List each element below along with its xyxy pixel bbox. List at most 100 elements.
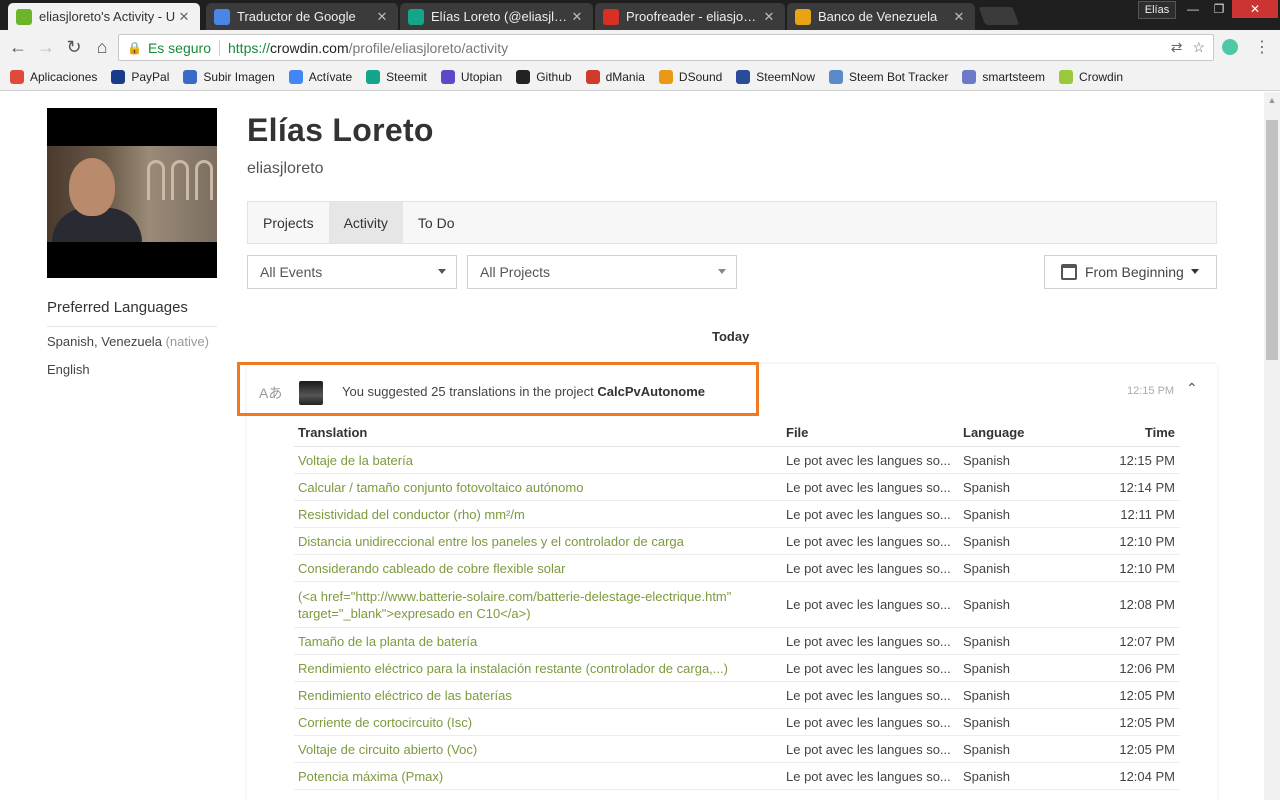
time-cell: 12:05 PM [1079, 681, 1180, 709]
bookmark-item[interactable]: Utopian [440, 70, 503, 84]
new-tab-button[interactable] [978, 7, 1020, 25]
translation-cell[interactable]: Corriente de cortocircuito (Isc) [294, 708, 782, 736]
bookmark-favicon-icon [183, 70, 198, 84]
time-cell: 12:05 PM [1079, 708, 1180, 736]
bookmark-item[interactable]: PayPal [111, 70, 169, 84]
profile-button[interactable]: Elías [1138, 1, 1176, 19]
bookmark-label: Subir Imagen [203, 70, 275, 84]
address-divider [219, 39, 220, 56]
bookmark-favicon-icon [516, 70, 531, 84]
translation-cell[interactable]: Potencia máxima (Pmax) [294, 762, 782, 790]
column-header-time: Time [1079, 418, 1180, 447]
maximize-icon[interactable]: ❐ [1206, 0, 1232, 18]
bookmark-item[interactable]: Aplicaciones [10, 70, 97, 84]
bookmark-item[interactable]: Subir Imagen [183, 70, 275, 84]
tab-close-icon[interactable]: ✕ [761, 9, 777, 25]
tab-close-icon[interactable]: ✕ [569, 9, 585, 25]
page-content: Preferred Languages Spanish, Venezuela (… [0, 92, 1264, 800]
translate-icon[interactable]: ⇄ [1171, 39, 1183, 56]
file-cell: Le pot avec les langues so... [782, 708, 959, 736]
bookmark-item[interactable]: DSound [658, 70, 723, 84]
home-icon[interactable]: ⌂ [88, 33, 116, 61]
language-cell: Spanish [959, 735, 1079, 763]
table-row: Distancia unidireccional entre los panel… [294, 527, 1180, 555]
translation-cell[interactable]: Resistividad del conductor (rho) mm²/m [294, 500, 782, 528]
tab-close-icon[interactable]: ✕ [951, 9, 967, 25]
back-arrow-icon[interactable]: ← [4, 33, 32, 61]
forward-arrow-icon[interactable]: → [32, 33, 60, 61]
calendar-icon [1061, 264, 1077, 280]
tab-projects[interactable]: Projects [248, 202, 329, 243]
projects-filter-select[interactable]: All Projects [467, 255, 737, 289]
avatar-arch [195, 160, 213, 200]
bookmark-favicon-icon [658, 70, 673, 84]
avatar-arch [171, 160, 189, 200]
browser-tab-title: Proofreader - eliasjoselo [626, 9, 761, 24]
language-cell: Spanish [959, 581, 1079, 628]
browser-tab-title: Traductor de Google [237, 9, 356, 24]
table-row: Calcular / tamaño conjunto fotovoltaico … [294, 473, 1180, 501]
lock-icon: 🔒 [127, 40, 142, 55]
translation-cell[interactable]: Rendimiento eléctrico para la instalació… [294, 654, 782, 682]
bookmarks-bar: Aplicaciones PayPal Subir Imagen Actívate St… [0, 64, 1280, 91]
bookmark-star-icon[interactable]: ☆ [1192, 39, 1205, 56]
bookmark-item[interactable]: Github [516, 70, 572, 84]
bookmark-item[interactable]: smartsteem [962, 70, 1045, 84]
file-cell: Le pot avec les langues so... [782, 735, 959, 763]
profile-username: eliasjloreto [247, 160, 324, 177]
language-note: (native) [165, 334, 209, 349]
file-cell: Le pot avec les langues so... [782, 500, 959, 528]
browser-tab[interactable]: eliasjloreto's Activity - U ✕ [8, 3, 200, 30]
minimize-icon[interactable]: — [1180, 0, 1206, 18]
browser-tab-title: eliasjloreto's Activity - U [39, 9, 176, 24]
bookmark-item[interactable]: Steemit [366, 70, 427, 84]
bookmark-item[interactable]: Actívate [288, 70, 352, 84]
file-cell: Le pot avec les langues so... [782, 762, 959, 790]
tab-activity[interactable]: Activity [328, 202, 403, 243]
reload-icon[interactable]: ↻ [60, 33, 88, 61]
time-cell: 12:06 PM [1079, 654, 1180, 682]
window-close-icon[interactable]: ✕ [1232, 0, 1278, 18]
avatar-arch [147, 160, 165, 200]
events-filter-select[interactable]: All Events [247, 255, 457, 289]
translation-cell[interactable]: Considerando cableado de cobre flexible … [294, 554, 782, 582]
translation-cell[interactable]: Voltaje de la batería [294, 446, 782, 474]
bookmark-label: DSound [678, 70, 723, 84]
chevron-down-icon [438, 269, 446, 274]
browser-tab[interactable]: Traductor de Google ✕ [206, 3, 398, 30]
bookmark-item[interactable]: dMania [585, 70, 645, 84]
bookmark-label: dMania [605, 70, 645, 84]
chevron-down-icon [718, 269, 726, 274]
favicon-icon [408, 8, 424, 25]
date-range-button[interactable]: From Beginning [1044, 255, 1217, 289]
bookmark-item[interactable]: SteemNow [736, 70, 815, 84]
scrollbar-thumb[interactable] [1266, 120, 1278, 360]
steem-extension-icon[interactable] [1222, 39, 1238, 55]
table-row: Rendimiento eléctrico para la instalació… [294, 654, 1180, 682]
browser-tab[interactable]: Proofreader - eliasjoselo ✕ [595, 3, 785, 30]
translation-cell[interactable]: (<a href="http://www.batterie-solaire.co… [294, 581, 782, 628]
page-scrollbar[interactable]: ▲ [1264, 92, 1280, 800]
bookmark-label: Crowdin [1079, 70, 1124, 84]
scroll-up-arrow-icon[interactable]: ▲ [1264, 92, 1280, 108]
translation-cell[interactable]: Tamaño de la planta de batería [294, 627, 782, 655]
bookmark-label: Utopian [460, 70, 503, 84]
tab-close-icon[interactable]: ✕ [374, 9, 390, 25]
language-cell: Spanish [959, 500, 1079, 528]
bookmark-item[interactable]: Crowdin [1059, 70, 1123, 84]
tab-to-do[interactable]: To Do [403, 202, 470, 243]
tab-close-icon[interactable]: ✕ [176, 9, 192, 25]
browser-tab[interactable]: Banco de Venezuela ✕ [787, 3, 975, 30]
time-cell: 12:14 PM [1079, 473, 1180, 501]
translation-cell[interactable]: Distancia unidireccional entre los panel… [294, 527, 782, 555]
table-row: (<a href="http://www.batterie-solaire.co… [294, 581, 1180, 628]
translation-cell[interactable]: Rendimiento eléctrico de las baterías [294, 681, 782, 709]
bookmark-item[interactable]: Steem Bot Tracker [828, 70, 948, 84]
browser-tab[interactable]: Elías Loreto (@eliasjlore ✕ [400, 3, 593, 30]
file-cell: Le pot avec les langues so... [782, 446, 959, 474]
translation-cell[interactable]: Voltaje de circuito abierto (Voc) [294, 735, 782, 763]
browser-menu-icon[interactable]: ⋮ [1254, 37, 1270, 57]
collapse-chevron-up-icon[interactable]: ⌃ [1186, 380, 1198, 397]
address-bar[interactable]: 🔒 Es seguro https://crowdin.com/profile/… [118, 34, 1214, 61]
translation-cell[interactable]: Calcular / tamaño conjunto fotovoltaico … [294, 473, 782, 501]
